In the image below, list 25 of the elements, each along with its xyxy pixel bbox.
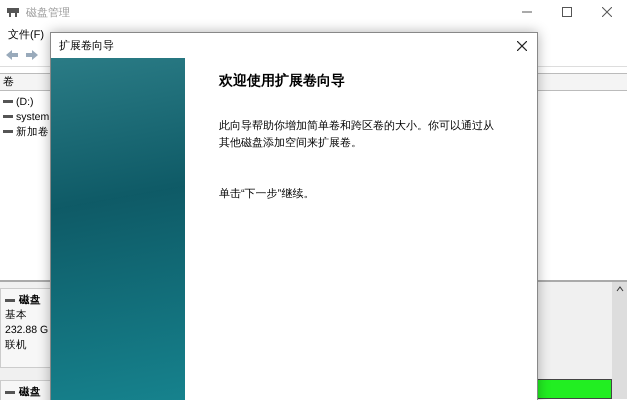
disk-name: 磁盘: [19, 293, 41, 308]
volume-icon: [3, 130, 13, 133]
volume-name[interactable]: (D:): [16, 96, 34, 108]
wizard-text: 此向导帮助你增加简单卷和跨区卷的大小。你可以通过从其他磁盘添加空间来扩展卷。: [219, 118, 495, 151]
menu-item[interactable]: 文件(F): [4, 26, 48, 42]
wizard-text: 单击“下一步”继续。: [219, 187, 316, 202]
wizard-heading: 欢迎使用扩展卷向导: [219, 72, 346, 90]
scroll-up-icon: [616, 286, 624, 292]
volume-icon: [3, 100, 13, 103]
scrollbar[interactable]: [612, 282, 627, 399]
disk-info: 基本: [5, 309, 27, 321]
disk-info: 232.88 G: [5, 324, 48, 336]
volume-name[interactable]: system: [16, 110, 50, 122]
close-icon: [517, 40, 527, 50]
forward-icon[interactable]: [24, 47, 40, 63]
disk-icon: [6, 6, 20, 18]
back-icon[interactable]: [4, 47, 20, 63]
close-icon: [602, 7, 612, 17]
window-title: 磁盘管理: [26, 6, 70, 20]
maximize-icon: [562, 7, 572, 17]
volume-icon: [3, 115, 13, 118]
dialog-title: 扩展卷向导: [59, 38, 114, 53]
disk-name: 磁盘: [19, 385, 41, 400]
disk-info: 联机: [5, 339, 27, 351]
volume-name[interactable]: 新加卷: [16, 124, 49, 138]
